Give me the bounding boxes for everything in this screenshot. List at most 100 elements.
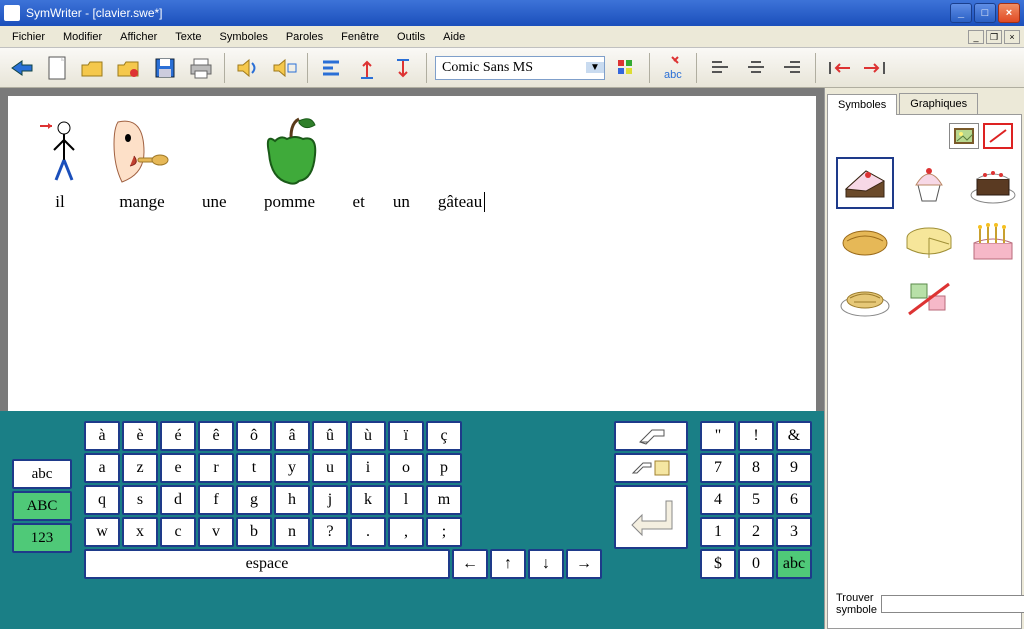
- para-align-center-icon[interactable]: [741, 53, 771, 83]
- key-i[interactable]: i: [350, 453, 386, 483]
- key-2[interactable]: 2: [738, 517, 774, 547]
- key-1[interactable]: 1: [700, 517, 736, 547]
- key-g[interactable]: g: [236, 485, 272, 515]
- key-ê[interactable]: ê: [198, 421, 234, 451]
- key-enter[interactable]: [614, 485, 688, 549]
- key-0[interactable]: 0: [738, 549, 774, 579]
- key-e[interactable]: e: [160, 453, 196, 483]
- key-n[interactable]: n: [274, 517, 310, 547]
- key-9[interactable]: 9: [776, 453, 812, 483]
- key-r[interactable]: r: [198, 453, 234, 483]
- key-j[interactable]: j: [312, 485, 348, 515]
- minimize-button[interactable]: _: [950, 3, 972, 23]
- mdi-close[interactable]: ×: [1004, 30, 1020, 44]
- mode-123[interactable]: 123: [12, 523, 72, 553]
- symbol-fancy-cake[interactable]: [964, 157, 1022, 209]
- key-&[interactable]: &: [776, 421, 812, 451]
- key-l[interactable]: l: [388, 485, 424, 515]
- menu-afficher[interactable]: Afficher: [112, 29, 165, 45]
- key-o[interactable]: o: [388, 453, 424, 483]
- key-p[interactable]: p: [426, 453, 462, 483]
- key-v[interactable]: v: [198, 517, 234, 547]
- key-clear-all[interactable]: [614, 453, 688, 483]
- key-5[interactable]: 5: [738, 485, 774, 515]
- symbol-search-input[interactable]: [881, 595, 1024, 613]
- open-folder-red-icon[interactable]: [114, 53, 144, 83]
- save-icon[interactable]: [150, 53, 180, 83]
- key-arrow-left[interactable]: ←: [452, 549, 488, 579]
- indent-right-icon[interactable]: [860, 53, 890, 83]
- spellcheck-icon[interactable]: abc: [658, 53, 688, 83]
- mode-ABC[interactable]: ABC: [12, 491, 72, 521]
- symbol-birthday-cake[interactable]: [964, 215, 1022, 267]
- key-è[interactable]: è: [122, 421, 158, 451]
- key-7[interactable]: 7: [700, 453, 736, 483]
- key-w[interactable]: w: [84, 517, 120, 547]
- symbol-cake-slice[interactable]: [836, 157, 894, 209]
- key-a[interactable]: a: [84, 453, 120, 483]
- key-h[interactable]: h: [274, 485, 310, 515]
- key-u[interactable]: u: [312, 453, 348, 483]
- key-m[interactable]: m: [426, 485, 462, 515]
- menu-outils[interactable]: Outils: [389, 29, 433, 45]
- speak-icon[interactable]: [233, 53, 263, 83]
- key-t[interactable]: t: [236, 453, 272, 483]
- font-selector[interactable]: Comic Sans MS ▼: [435, 56, 605, 80]
- menu-modifier[interactable]: Modifier: [55, 29, 110, 45]
- key-![interactable]: !: [738, 421, 774, 451]
- key-ç[interactable]: ç: [426, 421, 462, 451]
- key-q[interactable]: q: [84, 485, 120, 515]
- key-ï[interactable]: ï: [388, 421, 424, 451]
- key-,[interactable]: ,: [388, 517, 424, 547]
- new-doc-icon[interactable]: [42, 53, 72, 83]
- menu-symboles[interactable]: Symboles: [212, 29, 276, 45]
- picture-frame-icon[interactable]: [949, 123, 979, 149]
- symbol-pie[interactable]: [836, 273, 894, 325]
- mdi-minimize[interactable]: _: [968, 30, 984, 44]
- key-y[interactable]: y: [274, 453, 310, 483]
- key-abc-toggle[interactable]: abc: [776, 549, 812, 579]
- key-arrow-up[interactable]: ↑: [490, 549, 526, 579]
- key-k[interactable]: k: [350, 485, 386, 515]
- key-4[interactable]: 4: [700, 485, 736, 515]
- key-?[interactable]: ?: [312, 517, 348, 547]
- symbol-no-symbol[interactable]: [900, 273, 958, 325]
- tab-symboles[interactable]: Symboles: [827, 94, 897, 115]
- menu-aide[interactable]: Aide: [435, 29, 473, 45]
- key-x[interactable]: x: [122, 517, 158, 547]
- no-symbol-icon[interactable]: [983, 123, 1013, 149]
- indent-left-icon[interactable]: [824, 53, 854, 83]
- key-ô[interactable]: ô: [236, 421, 272, 451]
- align-left-icon[interactable]: [316, 53, 346, 83]
- menu-fenetre[interactable]: Fenêtre: [333, 29, 387, 45]
- key-.[interactable]: .: [350, 517, 386, 547]
- font-color-icon[interactable]: [611, 53, 641, 83]
- key-s[interactable]: s: [122, 485, 158, 515]
- symbol-cupcake[interactable]: [900, 157, 958, 209]
- tab-graphiques[interactable]: Graphiques: [899, 93, 978, 114]
- speak-word-icon[interactable]: [269, 53, 299, 83]
- key-c[interactable]: c: [160, 517, 196, 547]
- key-ù[interactable]: ù: [350, 421, 386, 451]
- print-icon[interactable]: [186, 53, 216, 83]
- key-â[interactable]: â: [274, 421, 310, 451]
- key-d[interactable]: d: [160, 485, 196, 515]
- para-align-left-icon[interactable]: [705, 53, 735, 83]
- key-8[interactable]: 8: [738, 453, 774, 483]
- close-button[interactable]: ×: [998, 3, 1020, 23]
- decrease-size-icon[interactable]: [388, 53, 418, 83]
- key-6[interactable]: 6: [776, 485, 812, 515]
- key-é[interactable]: é: [160, 421, 196, 451]
- increase-size-icon[interactable]: [352, 53, 382, 83]
- key-space[interactable]: espace: [84, 549, 450, 579]
- key-b[interactable]: b: [236, 517, 272, 547]
- key-dollar[interactable]: $: [700, 549, 736, 579]
- menu-fichier[interactable]: Fichier: [4, 29, 53, 45]
- key-z[interactable]: z: [122, 453, 158, 483]
- symbol-bread-roll[interactable]: [836, 215, 894, 267]
- mdi-restore[interactable]: ❐: [986, 30, 1002, 44]
- para-align-right-icon[interactable]: [777, 53, 807, 83]
- maximize-button[interactable]: □: [974, 3, 996, 23]
- mode-abc[interactable]: abc: [12, 459, 72, 489]
- menu-paroles[interactable]: Paroles: [278, 29, 331, 45]
